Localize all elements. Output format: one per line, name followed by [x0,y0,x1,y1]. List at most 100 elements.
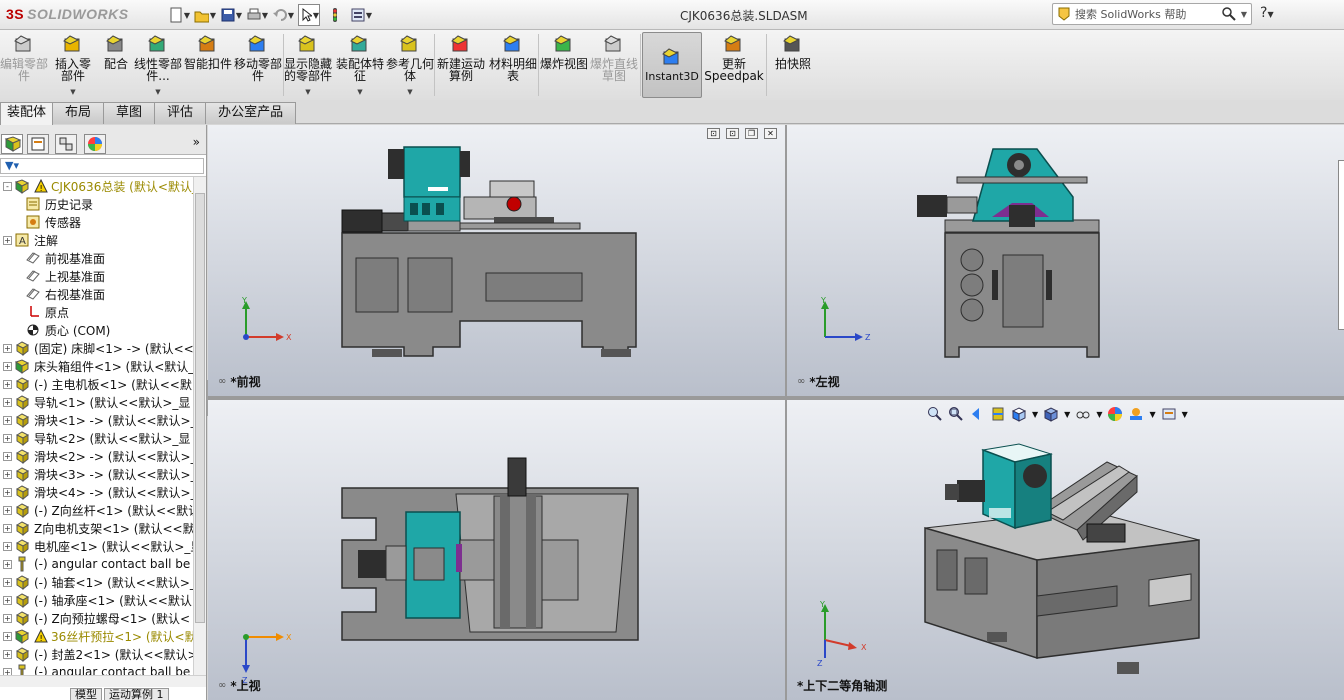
tree-node[interactable]: 前视基准面 [0,249,193,267]
expand-icon[interactable]: + [3,559,12,569]
tree-node[interactable]: 质心 (COM) [0,321,193,339]
close-icon[interactable]: ✕ [764,128,777,139]
expand-icon[interactable]: + [3,505,12,515]
tree-node[interactable]: + 滑块<2> -> (默认<<默认>_ [0,447,193,465]
tree-node[interactable]: + (-) 主电机板<1> (默认<<默 [0,375,193,393]
new-motion-study-button[interactable]: 新建运动算例 [436,34,486,98]
chevron-down-icon[interactable]: ▼ [1241,10,1247,19]
take-snapshot-button[interactable]: 拍快照 [768,34,818,98]
expand-icon[interactable]: + [3,433,12,443]
insert-components-button[interactable]: 插入零部件 ▼ [50,34,96,98]
tree-node[interactable]: + (-) angular contact ball be [0,663,193,675]
tree-node[interactable]: + Z向电机支架<1> (默认<<默 [0,519,193,537]
help-search-box[interactable]: 搜索 SolidWorks 帮助 ▼ [1052,3,1252,25]
expand-icon[interactable]: + [3,379,12,389]
reference-geometry-button[interactable]: 参考几何体 ▼ [386,34,434,98]
tree-node[interactable]: -! CJK0636总装 (默认<默认_显 [0,177,193,195]
search-icon[interactable] [1221,6,1237,22]
expand-icon[interactable]: + [3,469,12,479]
expand-icon[interactable]: + [3,613,12,623]
viewport-front[interactable]: ⊡ ⊡ ❐ ✕ Y X ∞ *前视 [208,125,785,396]
tab-2[interactable]: 草图 [103,102,156,124]
tree-node[interactable]: 传感器 [0,213,193,231]
expand-icon[interactable]: + [3,415,12,425]
save-icon[interactable]: ▼ [220,4,242,26]
linear-component-pattern-button[interactable]: 线性零部件... ▼ [134,34,182,98]
tree-node[interactable]: + (-) Z向丝杆<1> (默认<<默认 [0,501,193,519]
property-manager-tab[interactable] [27,134,49,154]
tree-node[interactable]: + 电机座<1> (默认<<默认>_显 [0,537,193,555]
tree-node[interactable]: + (固定) 床脚<1> -> (默认<< [0,339,193,357]
chevron-down-icon[interactable]: ▼ [305,86,310,98]
tab-1[interactable]: 布局 [52,102,105,124]
move-component-button[interactable]: 移动零部件 [234,34,282,98]
tree-node[interactable]: + A 注解 [0,231,193,249]
rebuild-icon[interactable] [324,4,346,26]
viewport-isometric[interactable]: ▼ ▼ ▼ ▼ ▼ Y X Z *上下二等角轴测 [787,400,1344,700]
tree-node[interactable]: 原点 [0,303,193,321]
expand-icon[interactable]: + [3,631,12,641]
tree-node[interactable]: + 滑块<1> -> (默认<<默认>_ [0,411,193,429]
explode-line-sketch-button[interactable]: 爆炸直线草图 [590,34,638,98]
expand-icon[interactable]: + [3,451,12,461]
tree-node[interactable]: + 滑块<4> -> (默认<<默认>_ [0,483,193,501]
help-icon[interactable]: ?▼ [1260,5,1274,21]
expand-icon[interactable]: + [3,487,12,497]
tree-node[interactable]: + (-) 轴承座<1> (默认<<默认 [0,591,193,609]
instant3d-button[interactable]: Instant3D [642,32,702,98]
tree-horizontal-scrollbar[interactable] [0,675,206,687]
expand-icon[interactable]: + [3,235,12,245]
expand-icon[interactable]: + [3,577,12,587]
expand-icon[interactable]: + [3,667,12,675]
tree-node[interactable]: +! 36丝杆预拉<1> (默认<默 [0,627,193,645]
link-views-icon[interactable]: ⊡ [707,128,720,139]
panel-bottom-tab-1[interactable]: 运动算例 1 [104,688,169,700]
collapse-icon[interactable]: - [3,181,12,191]
viewport-left[interactable]: Y Z ∞ *左视 [787,125,1344,396]
chevron-down-icon[interactable]: ▼ [357,86,362,98]
tree-node[interactable]: 上视基准面 [0,267,193,285]
tree-node[interactable]: + (-) 轴套<1> (默认<<默认>_ [0,573,193,591]
chevron-down-icon[interactable]: ▼ [407,86,412,98]
restore-icon[interactable]: ❐ [745,128,758,139]
tree-node[interactable]: + (-) Z向预拉螺母<1> (默认< [0,609,193,627]
tab-0[interactable]: 装配体 [0,102,54,125]
new-icon[interactable]: ▼ [168,4,190,26]
expand-icon[interactable]: + [3,541,12,551]
options-icon[interactable]: ▼ [350,4,372,26]
expand-icon[interactable]: + [3,649,12,659]
select-icon[interactable]: ▼ [298,4,320,26]
tree-node[interactable]: + 导轨<2> (默认<<默认>_显 [0,429,193,447]
tree-node[interactable]: 右视基准面 [0,285,193,303]
single-view-icon[interactable]: ⊡ [726,128,739,139]
chevron-down-icon[interactable]: ▼ [155,86,160,98]
tree-vertical-scrollbar[interactable] [193,177,206,675]
expand-icon[interactable]: + [3,361,12,371]
tree-node[interactable]: + 滑块<3> -> (默认<<默认>_ [0,465,193,483]
tree-filter-input[interactable] [0,158,204,174]
tree-node[interactable]: + (-) 封盖2<1> (默认<<默认> [0,645,193,663]
filter-icon[interactable]: ▼▾ [5,159,19,172]
expand-icon[interactable]: + [3,343,12,353]
solidworks-logo[interactable]: 3S SOLIDWORKS [6,6,129,22]
tab-3[interactable]: 评估 [154,102,207,124]
feature-manager-tab[interactable] [1,134,23,154]
tab-4[interactable]: 办公室产品 [205,102,297,124]
show-hidden-components-button[interactable]: 显示隐藏的零部件 ▼ [284,34,332,98]
panel-bottom-tab-0[interactable]: 模型 [70,688,102,700]
exploded-view-button[interactable]: 爆炸视图 [540,34,588,98]
print-icon[interactable]: ▼ [246,4,268,26]
edit-component-button[interactable]: 编辑零部件 [0,34,48,98]
scrollbar-thumb[interactable] [195,193,205,623]
display-manager-tab[interactable] [84,134,106,154]
search-input[interactable]: 搜索 SolidWorks 帮助 [1075,6,1221,22]
expand-icon[interactable]: + [3,595,12,605]
expand-icon[interactable]: + [3,397,12,407]
panel-expand-button[interactable]: » [193,135,200,149]
expand-icon[interactable]: + [3,523,12,533]
tree-node[interactable]: + 导轨<1> (默认<<默认>_显 [0,393,193,411]
viewport-top[interactable]: X Z ∞ *上视 [208,400,785,700]
assembly-features-button[interactable]: 装配体特征 ▼ [336,34,384,98]
bill-of-materials-button[interactable]: 材料明细表 [488,34,538,98]
undo-icon[interactable]: ▼ [272,4,294,26]
